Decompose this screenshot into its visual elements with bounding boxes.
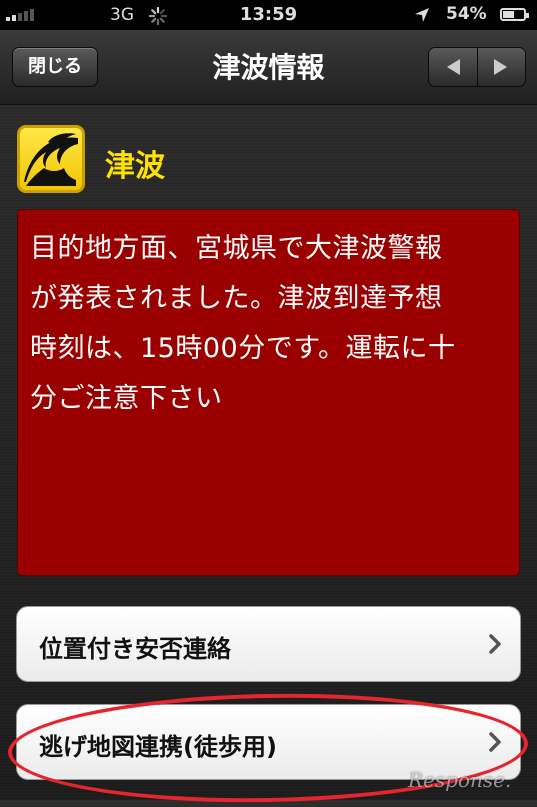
navigation-bar: 閉じる 津波情報	[0, 30, 537, 105]
chevron-right-icon	[489, 732, 501, 752]
alert-message: 目的地方面、宮城県で大津波警報 が発表されました。津波到達予想 時刻は、15時0…	[17, 209, 520, 576]
triangle-left-icon	[446, 59, 460, 75]
triangle-right-icon	[494, 59, 508, 75]
status-bar: 3G 13:59 54%	[0, 0, 537, 30]
evacuation-map-label: 逃げ地図連携(徒歩用)	[39, 733, 277, 761]
message-line: が発表されました。津波到達予想	[30, 283, 443, 314]
safety-contact-label: 位置付き安否連絡	[39, 635, 231, 663]
location-arrow-icon	[415, 8, 429, 22]
watermark: Response.	[408, 768, 512, 792]
chevron-right-icon	[489, 634, 501, 654]
message-line: 時刻は、15時00分です。運転に十	[30, 333, 456, 364]
message-line: 分ご注意下さい	[30, 383, 223, 414]
message-line: 目的地方面、宮城県で大津波警報	[30, 233, 443, 264]
previous-button[interactable]	[429, 48, 477, 86]
prev-next-segmented-control	[428, 47, 526, 87]
tsunami-wave-icon	[17, 125, 85, 193]
battery-percent: 54%	[446, 4, 487, 24]
safety-contact-button[interactable]: 位置付き安否連絡	[16, 606, 521, 682]
next-button[interactable]	[476, 48, 525, 86]
battery-icon	[500, 8, 529, 21]
alert-title: 津波	[105, 149, 165, 184]
